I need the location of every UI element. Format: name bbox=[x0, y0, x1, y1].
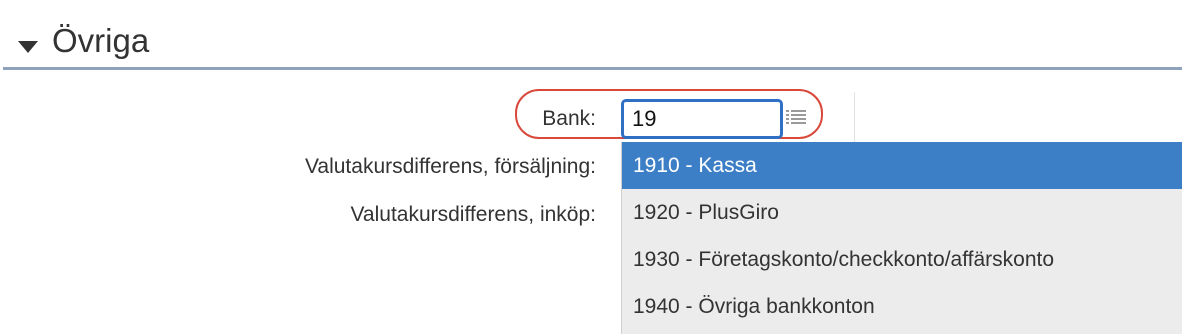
list-icon[interactable] bbox=[786, 110, 806, 126]
section-title: Övriga bbox=[52, 22, 150, 59]
section-header[interactable]: Övriga bbox=[0, 0, 1182, 70]
dropdown-option[interactable]: 1940 - Övriga bankkonton bbox=[622, 283, 1182, 330]
account-dropdown-list: 1910 - Kassa 1920 - PlusGiro 1930 - Före… bbox=[621, 142, 1182, 334]
dropdown-option[interactable]: 1910 - Kassa bbox=[622, 142, 1182, 189]
dropdown-option[interactable]: 1920 - PlusGiro bbox=[622, 189, 1182, 236]
caret-down-icon[interactable] bbox=[18, 41, 38, 53]
bank-input[interactable] bbox=[621, 99, 783, 139]
dropdown-option[interactable]: 1930 - Företagskonto/checkkonto/affärsko… bbox=[622, 236, 1182, 283]
exchange-diff-purchase-label: Valutakursdifferens, inköp: bbox=[350, 203, 596, 226]
exchange-diff-sales-label: Valutakursdifferens, försäljning: bbox=[304, 155, 596, 178]
field-separator bbox=[854, 92, 855, 142]
